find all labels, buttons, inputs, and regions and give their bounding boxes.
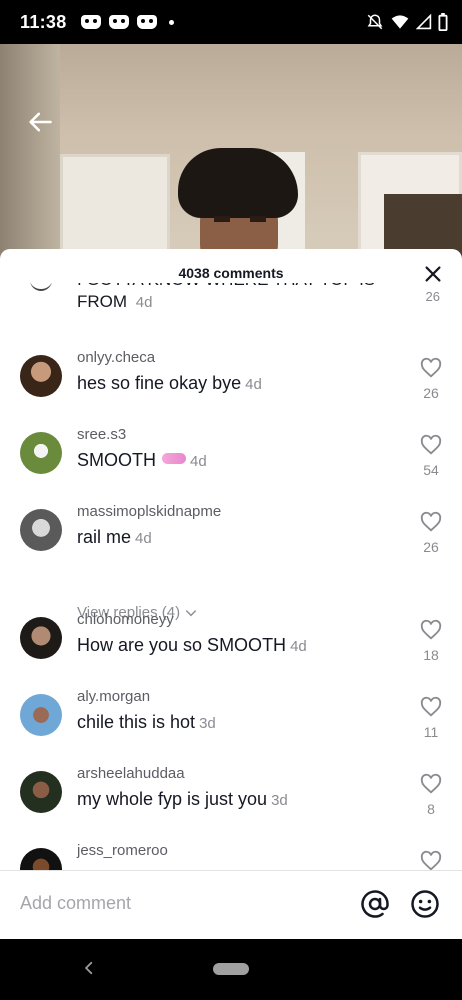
- mention-icon[interactable]: [360, 889, 390, 919]
- comment-username[interactable]: arsheelahuddaa: [77, 765, 185, 782]
- like-count: 18: [423, 647, 439, 663]
- avatar[interactable]: [20, 509, 62, 551]
- discord-icon: [136, 15, 157, 29]
- like-count: 26: [423, 539, 439, 555]
- heart-icon[interactable]: [420, 434, 442, 456]
- nav-back-icon[interactable]: [82, 961, 96, 975]
- video-door: [60, 154, 170, 264]
- list-item[interactable]: jess_romeroo: [0, 842, 462, 871]
- comment-text: my whole fyp is just you 3d: [77, 789, 288, 809]
- avatar[interactable]: [20, 694, 62, 736]
- comment-input-bar: Add comment: [0, 870, 462, 939]
- avatar[interactable]: [20, 355, 62, 397]
- nav-home-pill[interactable]: [213, 963, 249, 975]
- comment-username[interactable]: massimoplskidnapme: [77, 503, 221, 520]
- video-background: [0, 44, 60, 264]
- comment-text: hes so fine okay bye 4d: [77, 373, 262, 393]
- avatar[interactable]: [30, 283, 52, 291]
- more-notifications-icon: [168, 19, 174, 25]
- heart-icon[interactable]: [420, 773, 442, 795]
- comment-time: 3d: [199, 715, 216, 732]
- comment-username[interactable]: jess_romeroo: [77, 842, 168, 859]
- back-arrow-icon[interactable]: [26, 108, 54, 136]
- like-count: 26: [423, 385, 439, 401]
- comment-text: SMOOTH 4d: [77, 450, 207, 470]
- status-time: 11:38: [20, 11, 67, 32]
- avatar[interactable]: [20, 617, 62, 659]
- list-item[interactable]: I GOTTA KNOW WHERE THAT TOP IS FROM 4d 2…: [0, 283, 462, 333]
- discord-icon: [108, 15, 129, 29]
- comment-text: How are you so SMOOTH 4d: [77, 635, 307, 655]
- comment-username[interactable]: sree.s3: [77, 426, 126, 443]
- heart-icon[interactable]: [420, 619, 442, 641]
- notification-icons: [80, 15, 174, 29]
- like-count: 11: [423, 724, 439, 740]
- signal-icon: [416, 13, 432, 30]
- like-count: 54: [423, 462, 439, 478]
- heart-icon[interactable]: [420, 696, 442, 718]
- navigation-bar: [0, 939, 462, 1000]
- list-item[interactable]: arsheelahuddaa my whole fyp is just you 3…: [0, 765, 462, 835]
- heart-icon[interactable]: [420, 850, 442, 871]
- comment-time: 3d: [271, 792, 288, 809]
- comment-text: I GOTTA KNOW WHERE THAT TOP IS FROM 4d: [77, 283, 375, 311]
- avatar[interactable]: [20, 848, 62, 871]
- comment-input[interactable]: Add comment: [20, 893, 131, 914]
- comments-sheet: 4038 comments I GOTTA KNOW WHERE THAT TO…: [0, 249, 462, 939]
- comment-username[interactable]: aly.morgan: [77, 688, 150, 705]
- wifi-icon: [391, 15, 409, 29]
- status-right: [366, 13, 448, 31]
- avatar[interactable]: [20, 771, 62, 813]
- list-item[interactable]: massimoplskidnapme rail me 4d 26: [0, 503, 462, 573]
- like-count: 8: [427, 801, 435, 817]
- comment-list[interactable]: I GOTTA KNOW WHERE THAT TOP IS FROM 4d 2…: [0, 283, 462, 871]
- heart-icon[interactable]: [420, 511, 442, 533]
- heart-icon[interactable]: [420, 357, 442, 379]
- close-icon[interactable]: [422, 263, 444, 285]
- mute-icon: [367, 14, 383, 30]
- list-item[interactable]: onlyy.checa hes so fine okay bye 4d 26: [0, 349, 462, 419]
- avatar[interactable]: [20, 432, 62, 474]
- discord-icon: [80, 15, 101, 29]
- video-person: [178, 148, 298, 264]
- comment-username[interactable]: chlohomoneyy: [77, 611, 174, 628]
- like-count: 26: [425, 289, 440, 304]
- emoji-icon[interactable]: [410, 889, 440, 919]
- comment-count: 4038 comments: [178, 265, 284, 281]
- list-item[interactable]: aly.morgan chile this is hot 3d 11: [0, 688, 462, 758]
- comment-time: 4d: [190, 453, 207, 470]
- comment-time: 4d: [290, 638, 307, 655]
- video-player[interactable]: [0, 44, 462, 264]
- comment-text: rail me 4d: [77, 527, 152, 547]
- battery-icon: [438, 13, 448, 31]
- comment-username[interactable]: onlyy.checa: [77, 349, 155, 366]
- comment-time: 4d: [245, 376, 262, 393]
- comment-time: 4d: [135, 530, 152, 547]
- list-item[interactable]: chlohomoneyy How are you so SMOOTH 4d 18: [0, 611, 462, 681]
- list-item[interactable]: sree.s3 SMOOTH 4d 54: [0, 426, 462, 496]
- comment-text: chile this is hot 3d: [77, 712, 216, 732]
- status-bar: 11:38: [0, 0, 462, 44]
- emoji: [162, 453, 186, 464]
